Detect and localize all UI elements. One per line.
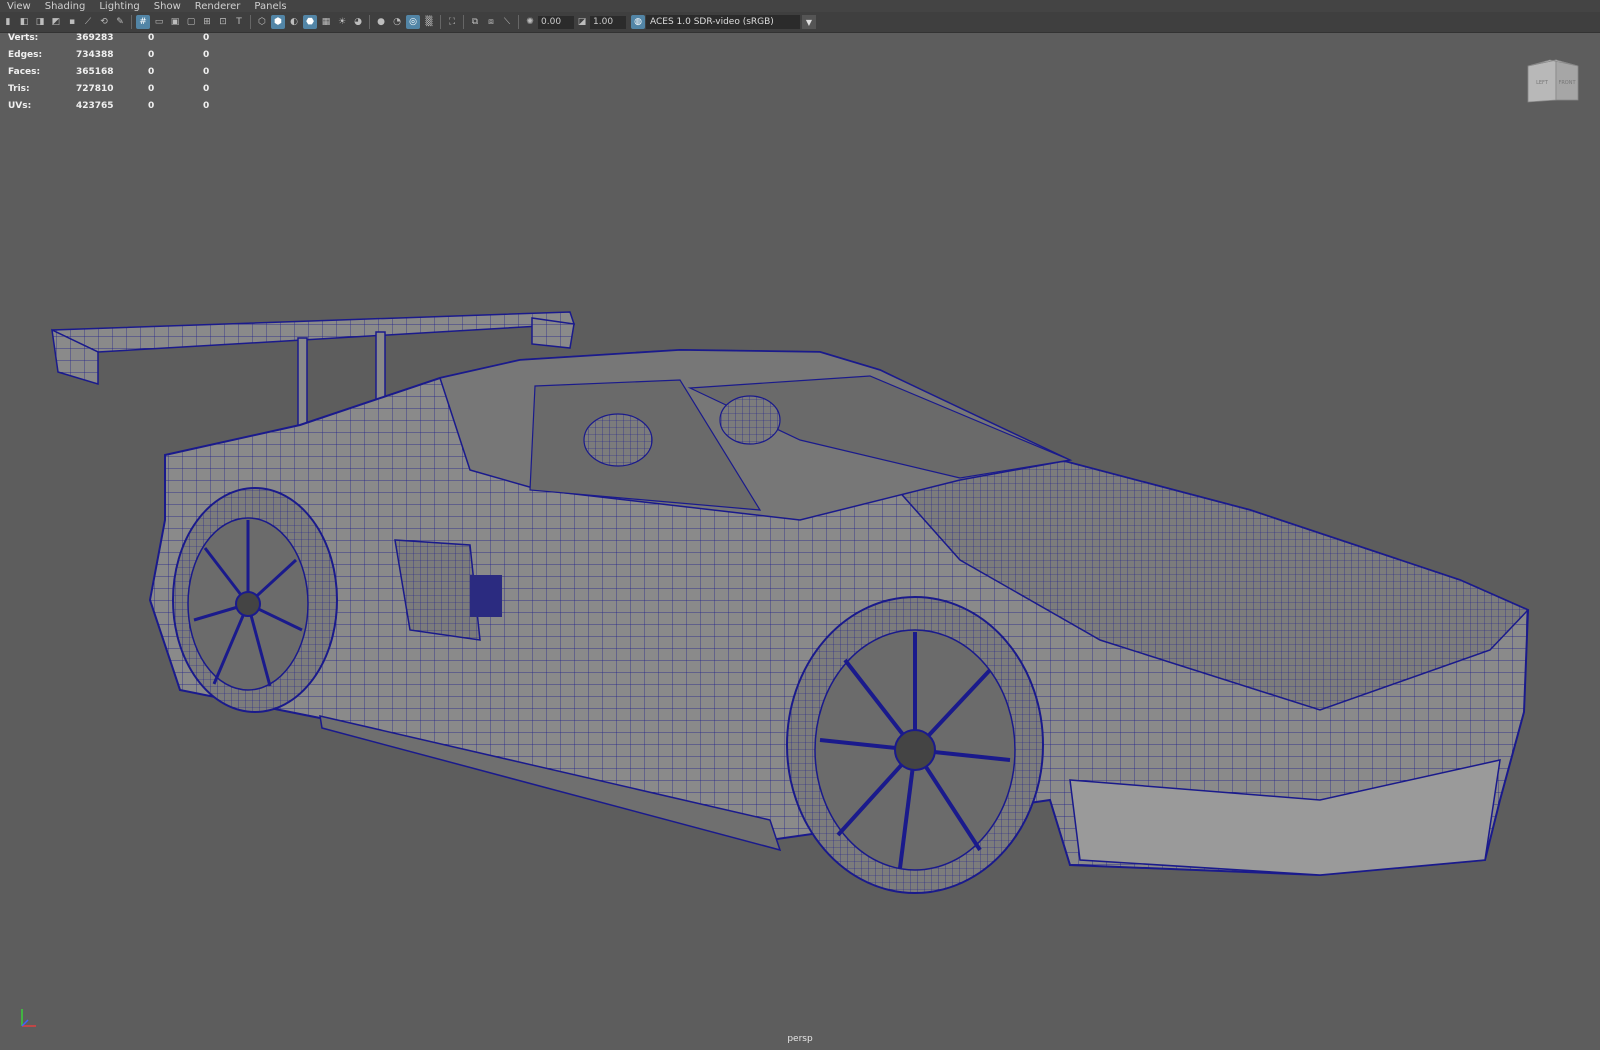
camera-name-label: persp — [787, 1034, 813, 1044]
car-model[interactable] — [51, 311, 1530, 894]
view-cube[interactable]: LEFT FRONT — [1526, 56, 1580, 106]
rear-wheel[interactable] — [172, 487, 338, 713]
view-cube-left[interactable]: LEFT — [1536, 80, 1549, 86]
view-cube-front[interactable]: FRONT — [1558, 80, 1576, 86]
viewport-scene[interactable] — [0, 0, 1600, 1050]
seat-right — [719, 395, 781, 445]
axis-gizmo-icon — [21, 1009, 36, 1027]
front-wheel[interactable] — [786, 596, 1044, 894]
seat-left — [583, 413, 653, 467]
intake-vent — [470, 575, 502, 617]
